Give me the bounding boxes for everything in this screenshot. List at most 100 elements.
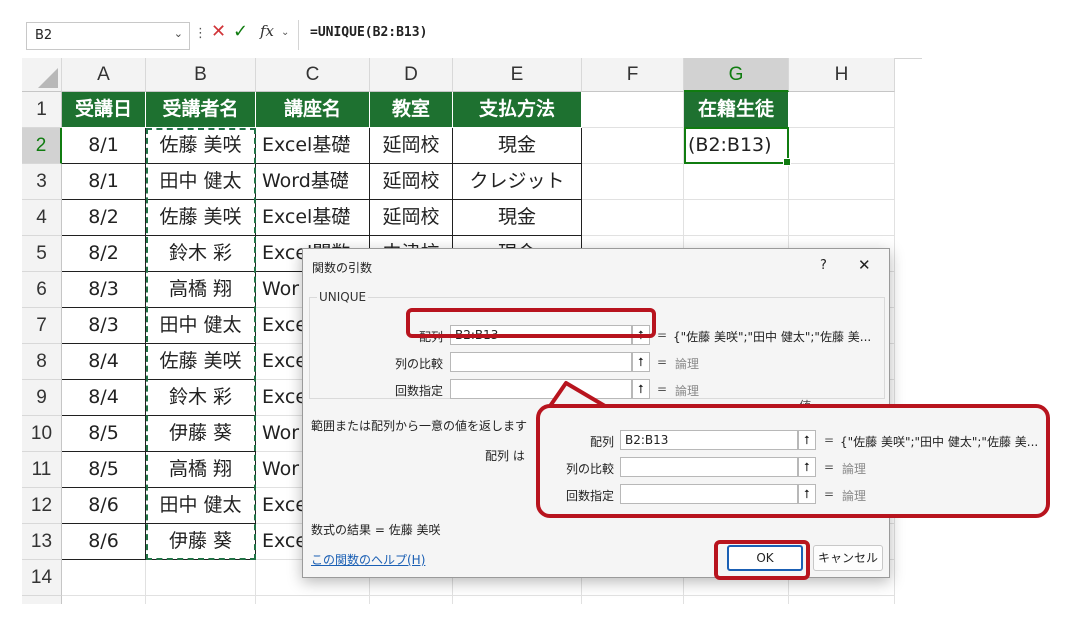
table-header[interactable]: 教室 — [370, 92, 453, 128]
arg-result-array: {"佐藤 美咲";"田中 健太";"佐藤 美... — [673, 330, 872, 344]
name-box[interactable]: B2 ⌄ — [26, 22, 190, 50]
table-cell[interactable]: 延岡校 — [370, 200, 453, 236]
arg-input-by-col[interactable] — [450, 352, 632, 372]
formula-input[interactable]: =UNIQUE(B2:B13) — [310, 25, 427, 40]
row-header-10[interactable]: 10 — [22, 416, 62, 452]
row-header-3[interactable]: 3 — [22, 164, 62, 200]
cell[interactable] — [582, 200, 684, 236]
table-header[interactable]: 講座名 — [256, 92, 370, 128]
table-header[interactable]: 支払方法 — [453, 92, 582, 128]
column-header-g[interactable]: G — [684, 58, 789, 92]
cell[interactable] — [789, 92, 895, 128]
row-header-11[interactable]: 11 — [22, 452, 62, 488]
table-cell[interactable]: 8/4 — [62, 380, 146, 416]
cell[interactable] — [789, 596, 895, 604]
enter-check-icon[interactable]: ✓ — [233, 21, 248, 42]
cell[interactable] — [684, 200, 789, 236]
callout-input-array[interactable]: B2:B13 — [620, 430, 798, 450]
cell[interactable] — [453, 596, 582, 604]
cell[interactable] — [582, 596, 684, 604]
cancel-icon[interactable]: ✕ — [211, 21, 226, 42]
column-header-f[interactable]: F — [582, 58, 684, 92]
row-header-15[interactable]: 15 — [22, 596, 62, 604]
select-all-corner[interactable] — [22, 58, 62, 92]
formula-result: 数式の結果 = 佐藤 美咲 — [311, 521, 441, 538]
cell[interactable] — [146, 596, 256, 604]
fill-handle[interactable] — [783, 158, 791, 166]
chevron-down-icon[interactable]: ⌄ — [281, 27, 289, 38]
cell[interactable] — [62, 596, 146, 604]
row-header-1[interactable]: 1 — [22, 92, 62, 128]
table-cell[interactable]: 8/3 — [62, 308, 146, 344]
row-header-4[interactable]: 4 — [22, 200, 62, 236]
arg-input-exactly-once[interactable] — [450, 379, 632, 399]
table-cell[interactable]: 現金 — [453, 200, 582, 236]
collapse-dialog-icon[interactable]: ⭡ — [798, 430, 816, 450]
table-cell[interactable]: 8/6 — [62, 488, 146, 524]
row-header-2[interactable]: 2 — [22, 128, 62, 164]
table-cell[interactable]: 8/5 — [62, 416, 146, 452]
more-options-icon[interactable]: ⋮ — [194, 26, 207, 41]
row-header-12[interactable]: 12 — [22, 488, 62, 524]
row-header-14[interactable]: 14 — [22, 560, 62, 596]
cell[interactable] — [789, 200, 895, 236]
column-header-d[interactable]: D — [370, 58, 453, 92]
column-header-e[interactable]: E — [453, 58, 582, 92]
cell[interactable] — [789, 164, 895, 200]
help-icon[interactable]: ? — [820, 258, 827, 273]
table-cell[interactable]: Excel基礎 — [256, 128, 370, 164]
column-header-h[interactable]: H — [789, 58, 895, 92]
table-cell[interactable]: 8/2 — [62, 236, 146, 272]
table-header[interactable]: 受講日 — [62, 92, 146, 128]
row-header-6[interactable]: 6 — [22, 272, 62, 308]
close-icon[interactable]: ✕ — [858, 256, 871, 274]
table-cell[interactable]: 8/5 — [62, 452, 146, 488]
table-cell[interactable]: 延岡校 — [370, 128, 453, 164]
table-cell[interactable]: クレジット — [453, 164, 582, 200]
column-header-a[interactable]: A — [62, 58, 146, 92]
cell[interactable] — [146, 560, 256, 596]
collapse-dialog-icon[interactable]: ⭡ — [632, 379, 650, 399]
insert-function-icon[interactable]: fx — [260, 22, 274, 40]
callout-input-exactly-once[interactable] — [620, 484, 798, 504]
g-column-header[interactable]: 在籍生徒 — [684, 92, 789, 128]
table-header[interactable]: 受講者名 — [146, 92, 256, 128]
cell[interactable] — [684, 596, 789, 604]
cell[interactable] — [789, 128, 895, 164]
table-cell[interactable]: 8/3 — [62, 272, 146, 308]
cell[interactable] — [582, 92, 684, 128]
table-cell[interactable]: Word基礎 — [256, 164, 370, 200]
collapse-dialog-icon[interactable]: ⭡ — [798, 484, 816, 504]
cell[interactable] — [370, 596, 453, 604]
cancel-button[interactable]: キャンセル — [813, 545, 883, 571]
chevron-down-icon[interactable]: ⌄ — [174, 27, 183, 40]
table-cell[interactable]: 8/1 — [62, 164, 146, 200]
cell[interactable] — [62, 560, 146, 596]
cell[interactable] — [582, 164, 684, 200]
table-cell[interactable]: 8/2 — [62, 200, 146, 236]
column-header-b[interactable]: B — [146, 58, 256, 92]
formula-result-value: 佐藤 美咲 — [388, 523, 441, 537]
callout-label-array: 配列 — [589, 435, 614, 449]
row-header-13[interactable]: 13 — [22, 524, 62, 560]
function-help-link[interactable]: この関数のヘルプ(H) — [311, 551, 425, 568]
table-cell[interactable]: 8/6 — [62, 524, 146, 560]
arg-label-by-col: 列の比較 — [394, 357, 443, 371]
table-cell[interactable]: 現金 — [453, 128, 582, 164]
cell[interactable] — [256, 596, 370, 604]
row-header-5[interactable]: 5 — [22, 236, 62, 272]
cell[interactable] — [582, 128, 684, 164]
table-cell[interactable]: 延岡校 — [370, 164, 453, 200]
table-cell[interactable]: Excel基礎 — [256, 200, 370, 236]
collapse-dialog-icon[interactable]: ⭡ — [798, 457, 816, 477]
column-header-c[interactable]: C — [256, 58, 370, 92]
row-header-9[interactable]: 9 — [22, 380, 62, 416]
cell[interactable] — [684, 164, 789, 200]
callout-input-by-col[interactable] — [620, 457, 798, 477]
table-cell[interactable]: 8/4 — [62, 344, 146, 380]
collapse-dialog-icon[interactable]: ⭡ — [632, 352, 650, 372]
active-cell-g2[interactable] — [684, 127, 791, 166]
table-cell[interactable]: 8/1 — [62, 128, 146, 164]
row-header-7[interactable]: 7 — [22, 308, 62, 344]
row-header-8[interactable]: 8 — [22, 344, 62, 380]
